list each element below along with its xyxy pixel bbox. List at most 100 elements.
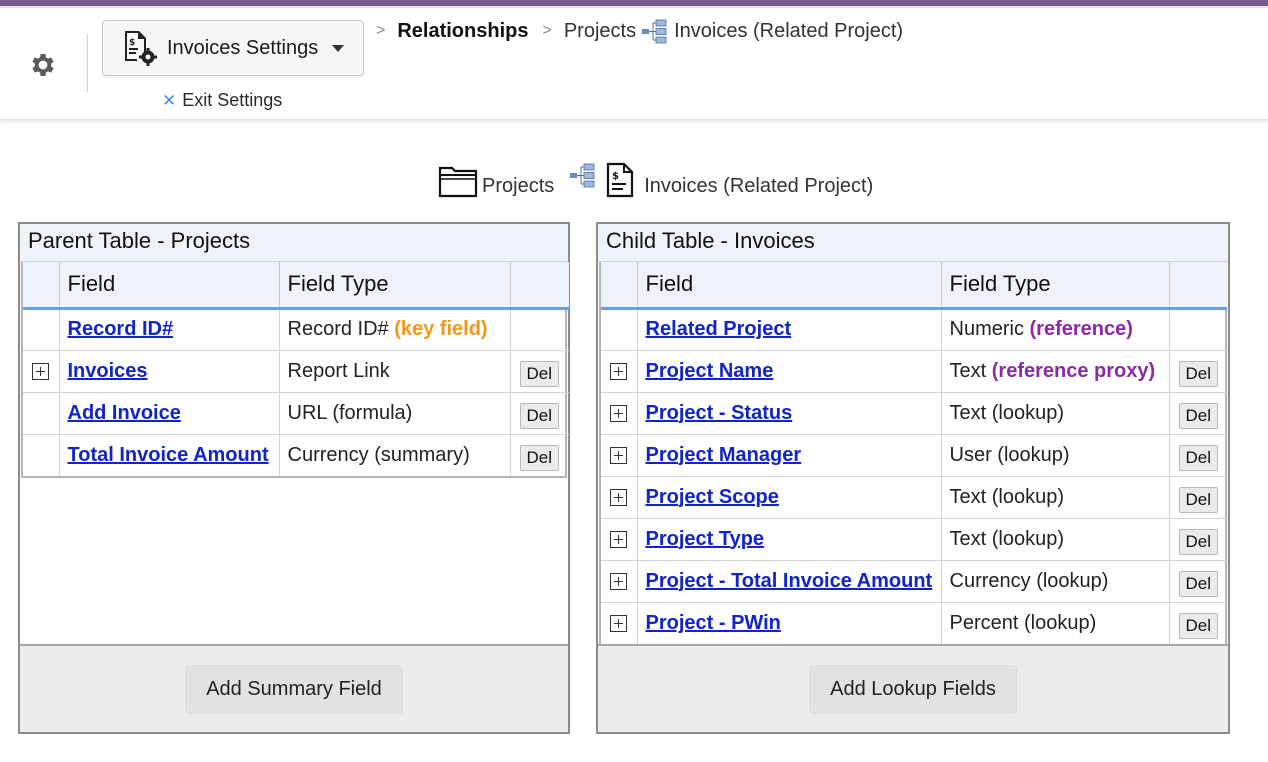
expand-icon[interactable] bbox=[610, 530, 628, 548]
invoice-settings-icon: $ bbox=[125, 31, 157, 66]
folder-icon bbox=[438, 166, 478, 198]
field-cell: Project Type bbox=[636, 518, 941, 561]
expand-cell bbox=[601, 602, 637, 644]
expand-icon[interactable] bbox=[610, 446, 628, 464]
header-divider bbox=[87, 34, 88, 92]
field-link[interactable]: Project - Status bbox=[646, 402, 793, 424]
field-column-header[interactable]: Field bbox=[58, 262, 279, 310]
field-type-column-header[interactable]: Field Type bbox=[278, 262, 510, 310]
delete-button[interactable]: Del bbox=[1178, 487, 1219, 513]
field-cell: Total Invoice Amount bbox=[58, 434, 279, 476]
expand-cell bbox=[601, 434, 637, 477]
field-link[interactable]: Add Invoice bbox=[68, 402, 181, 424]
delete-button[interactable]: Del bbox=[1178, 361, 1219, 387]
add-lookup-fields-button[interactable]: Add Lookup Fields bbox=[809, 664, 1017, 714]
field-type-cell: URL (formula) bbox=[278, 392, 510, 435]
relationship-child-name: Invoices (Related Project) bbox=[644, 175, 874, 197]
exit-settings-label: Exit Settings bbox=[182, 90, 283, 110]
chevron-right-icon: > bbox=[376, 22, 386, 39]
action-column-header bbox=[1168, 262, 1227, 310]
action-cell: Del bbox=[1168, 392, 1227, 435]
field-link[interactable]: Project Name bbox=[646, 360, 774, 382]
delete-button[interactable]: Del bbox=[1178, 445, 1219, 471]
reference-proxy-badge: (reference proxy) bbox=[991, 359, 1156, 382]
field-type-column-header[interactable]: Field Type bbox=[940, 262, 1169, 310]
field-link[interactable]: Project Type bbox=[646, 528, 765, 550]
table-row: Project - PWin Percent (lookup) Del bbox=[601, 602, 1227, 644]
table-row: Project - Status Text (lookup) Del bbox=[601, 392, 1227, 435]
expand-cell bbox=[23, 434, 59, 476]
field-cell: Project Scope bbox=[636, 476, 941, 519]
reference-badge: (reference) bbox=[1029, 318, 1133, 340]
expand-cell bbox=[601, 560, 637, 603]
delete-button[interactable]: Del bbox=[1178, 613, 1219, 640]
field-type-cell: User (lookup) bbox=[940, 434, 1169, 477]
table-row: Project - Total Invoice Amount Currency … bbox=[601, 560, 1227, 603]
table-row: Project Scope Text (lookup) Del bbox=[601, 476, 1227, 519]
delete-button[interactable]: Del bbox=[519, 445, 560, 472]
breadcrumb-projects[interactable]: Projects bbox=[564, 20, 636, 43]
action-cell: Del bbox=[509, 434, 569, 476]
breadcrumb-invoices[interactable]: Invoices (Related Project) bbox=[674, 20, 903, 43]
field-link[interactable]: Project Manager bbox=[646, 444, 802, 466]
delete-button[interactable]: Del bbox=[1178, 571, 1219, 597]
field-link[interactable]: Project - PWin bbox=[646, 612, 781, 634]
table-row: Total Invoice Amount Currency (summary) … bbox=[23, 434, 569, 476]
breadcrumb-relationships[interactable]: Relationships bbox=[397, 20, 528, 43]
field-type: Record ID# bbox=[287, 318, 389, 340]
field-link[interactable]: Project Scope bbox=[646, 486, 779, 508]
delete-button[interactable]: Del bbox=[1178, 529, 1219, 555]
invoices-settings-dropdown[interactable]: $ Invoices Settings bbox=[102, 20, 364, 76]
field-link[interactable]: Related Project bbox=[646, 318, 792, 340]
action-cell: Del bbox=[1168, 560, 1227, 603]
parent-table-footer: Add Summary Field bbox=[20, 644, 568, 732]
action-cell: Del bbox=[509, 392, 569, 435]
delete-button[interactable]: Del bbox=[519, 361, 560, 387]
expand-column-header bbox=[23, 262, 59, 310]
field-cell: Record ID# bbox=[58, 308, 279, 351]
exit-settings-link[interactable]: ✕ Exit Settings bbox=[162, 90, 282, 111]
action-cell: Del bbox=[509, 350, 569, 393]
expand-cell bbox=[601, 350, 637, 393]
add-summary-field-button[interactable]: Add Summary Field bbox=[185, 664, 403, 714]
table-row: Project Type Text (lookup) Del bbox=[601, 518, 1227, 561]
action-cell: Del bbox=[1168, 518, 1227, 561]
expand-icon[interactable] bbox=[610, 614, 628, 632]
field-cell: Project - Status bbox=[636, 392, 941, 435]
parent-table-grid: Field Field Type Record ID# Record ID# (… bbox=[21, 262, 569, 478]
table-row: Add Invoice URL (formula) Del bbox=[23, 392, 569, 435]
relationship-title: Projects $ Invoices (Related Project) bbox=[438, 160, 873, 198]
expand-cell bbox=[601, 518, 637, 561]
field-cell: Project Manager bbox=[636, 434, 941, 477]
field-link[interactable]: Project - Total Invoice Amount bbox=[646, 570, 933, 592]
action-cell: Del bbox=[1168, 350, 1227, 393]
field-cell: Project Name bbox=[636, 350, 941, 393]
field-link[interactable]: Total Invoice Amount bbox=[68, 444, 269, 466]
expand-icon[interactable] bbox=[610, 488, 628, 506]
table-row: Project Name Text (reference proxy) Del bbox=[601, 350, 1227, 393]
field-cell: Project - Total Invoice Amount bbox=[636, 560, 941, 603]
delete-button[interactable]: Del bbox=[1178, 403, 1219, 429]
expand-icon[interactable] bbox=[610, 362, 628, 380]
breadcrumb: > Relationships > Projects Invoices (Rel… bbox=[376, 18, 903, 44]
relationship-icon bbox=[570, 163, 595, 188]
field-link[interactable]: Record ID# bbox=[68, 318, 174, 340]
svg-text:$: $ bbox=[612, 171, 619, 182]
expand-icon[interactable] bbox=[32, 362, 50, 380]
expand-icon[interactable] bbox=[610, 572, 628, 590]
field-cell: Invoices bbox=[58, 350, 279, 393]
action-cell bbox=[509, 308, 569, 351]
field-type-cell: Text (reference proxy) bbox=[940, 350, 1169, 393]
expand-cell bbox=[23, 350, 59, 393]
table-row: Related Project Numeric (reference) bbox=[601, 308, 1227, 351]
field-link[interactable]: Invoices bbox=[68, 360, 148, 382]
field-type-cell: Record ID# (key field) bbox=[278, 308, 510, 351]
expand-cell bbox=[601, 308, 637, 351]
field-type-cell: Percent (lookup) bbox=[940, 602, 1169, 644]
field-column-header[interactable]: Field bbox=[636, 262, 941, 310]
expand-icon[interactable] bbox=[610, 404, 628, 422]
field-type-cell: Currency (summary) bbox=[278, 434, 510, 476]
gear-icon[interactable] bbox=[28, 50, 58, 80]
parent-table-panel: Parent Table - Projects Field Field Type… bbox=[18, 222, 570, 734]
delete-button[interactable]: Del bbox=[519, 403, 560, 429]
